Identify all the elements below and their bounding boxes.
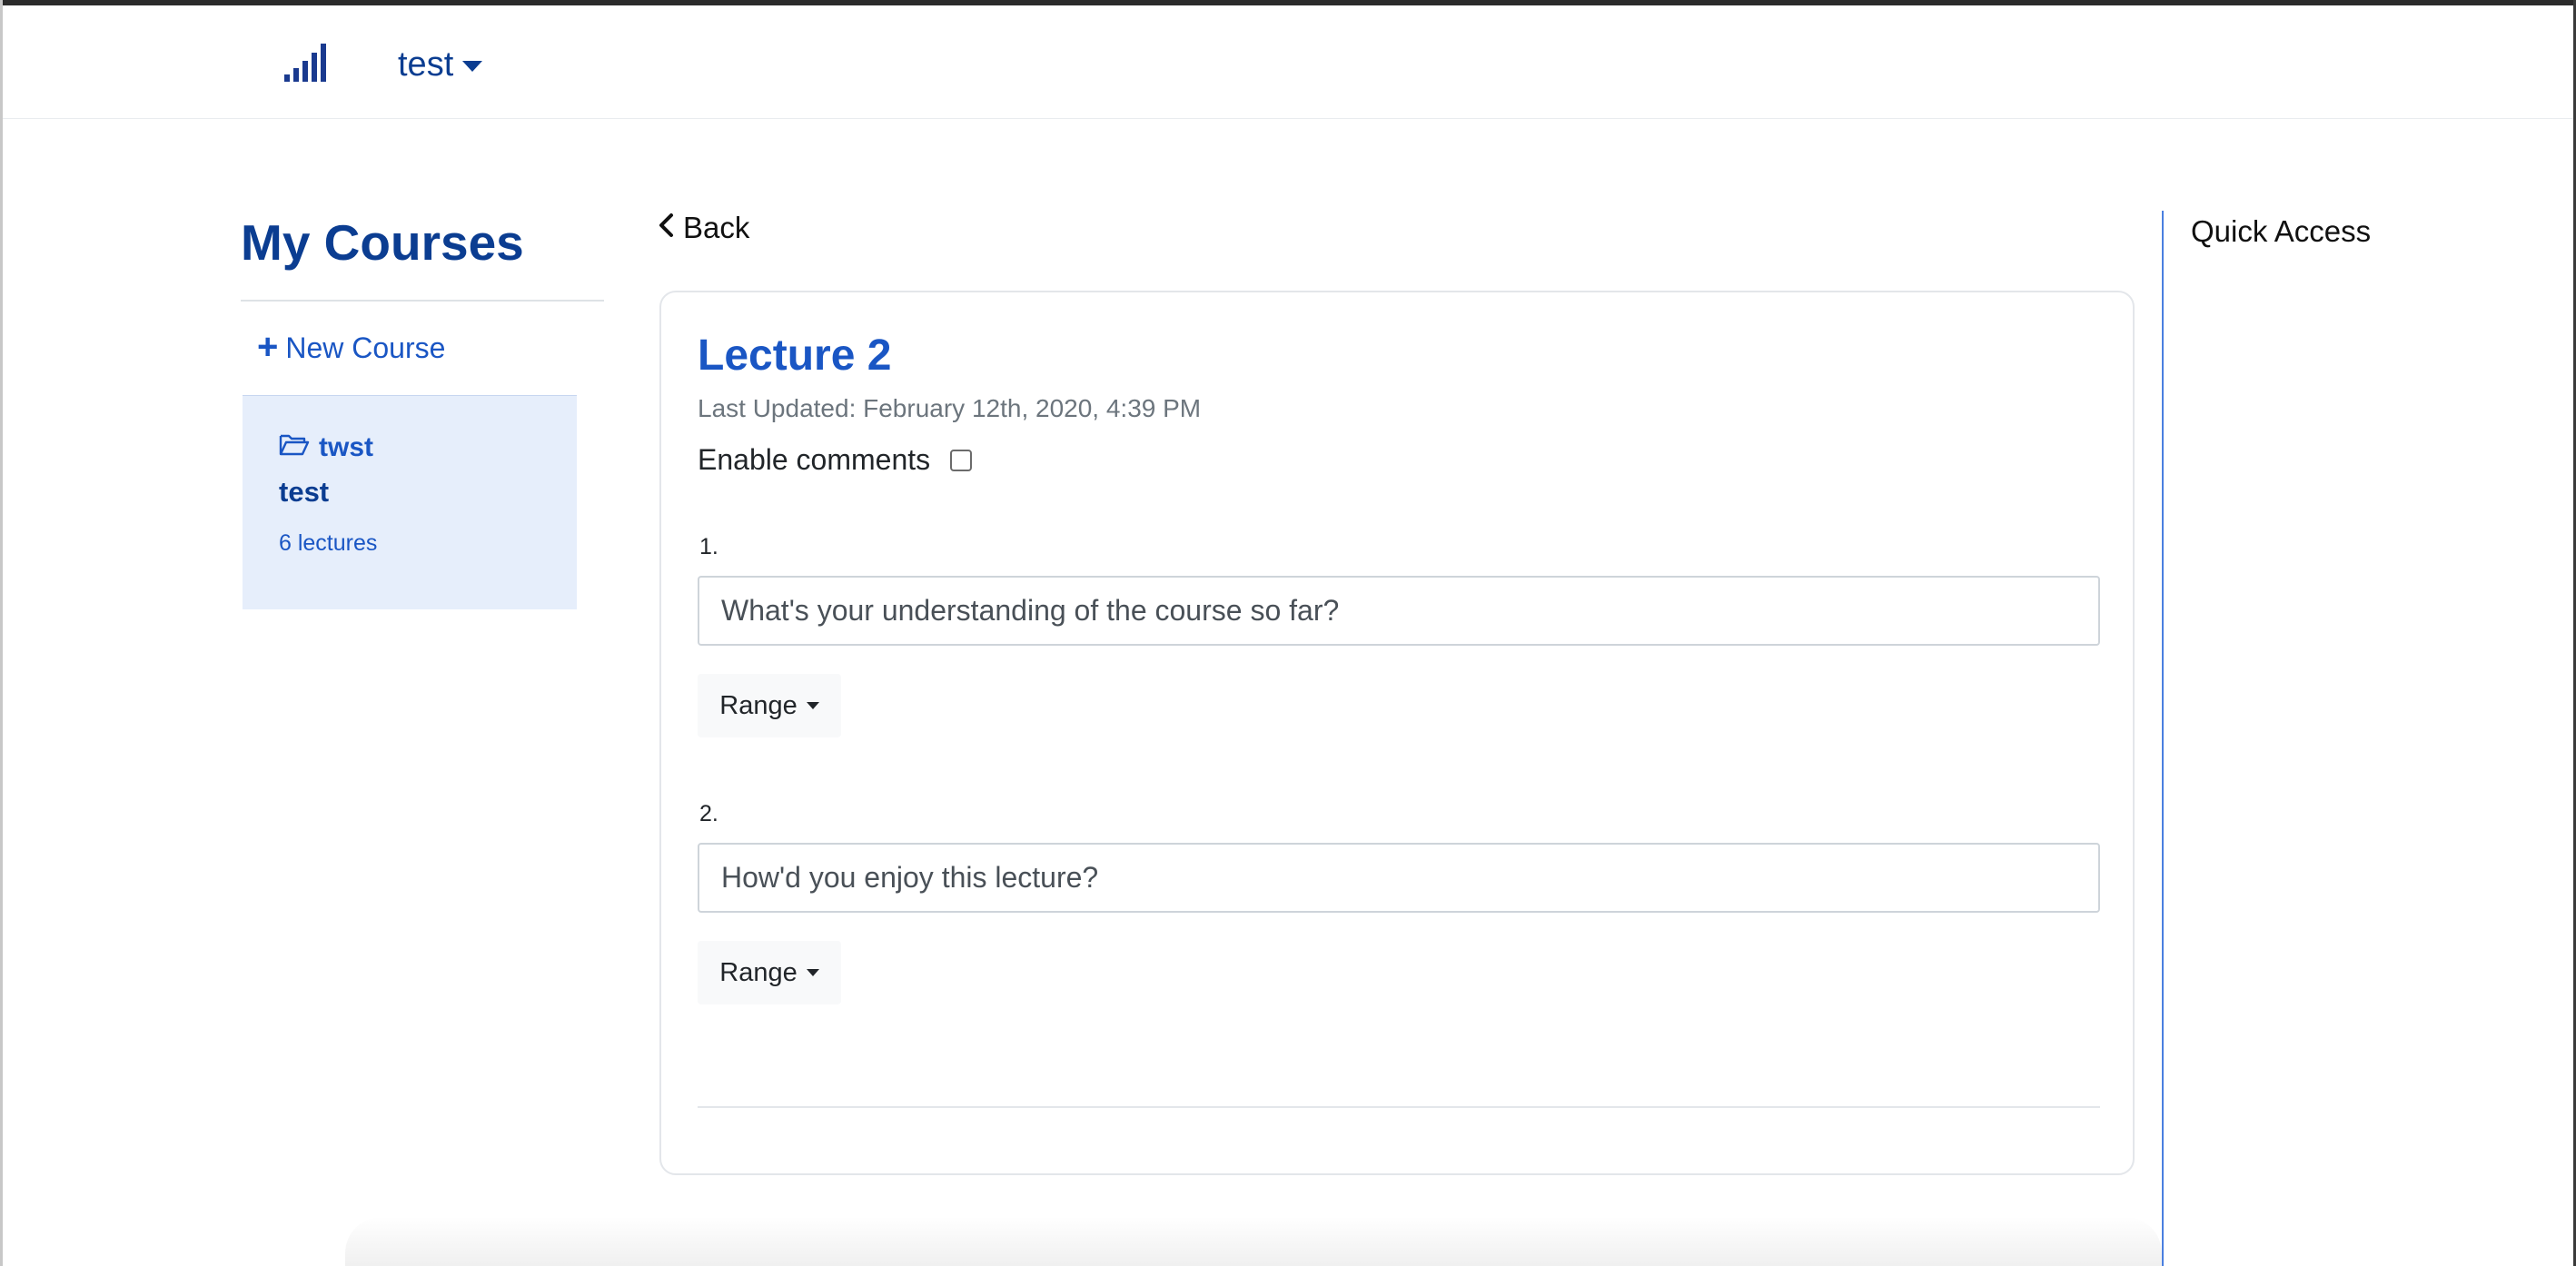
range-dropdown-button[interactable]: Range	[698, 941, 841, 1004]
window-left-border	[0, 0, 3, 1266]
quick-access-title: Quick Access	[2191, 214, 2372, 248]
sidebar-divider	[241, 300, 604, 302]
sidebar: My Courses + New Course twst test 6 lect…	[241, 204, 604, 609]
enable-comments-row: Enable comments	[698, 443, 973, 477]
chevron-left-icon	[658, 211, 674, 245]
plus-icon: +	[257, 326, 279, 367]
folder-open-icon	[279, 432, 310, 463]
range-label: Range	[719, 957, 798, 987]
signal-bars-logo-icon[interactable]	[284, 42, 332, 82]
user-dropdown[interactable]: test	[398, 42, 483, 87]
last-updated: Last Updated: February 12th, 2020, 4:39 …	[698, 394, 1202, 422]
user-dropdown-label: test	[398, 45, 454, 84]
question-input[interactable]	[698, 576, 2100, 646]
course-folder: twst	[279, 432, 373, 463]
enable-comments-checkbox[interactable]	[950, 449, 973, 471]
lecture-title: Lecture 2	[698, 331, 892, 380]
range-label: Range	[719, 690, 798, 720]
caret-down-icon	[462, 61, 483, 72]
card-divider	[698, 1106, 2100, 1108]
lecture-card: Lecture 2 Last Updated: February 12th, 2…	[659, 291, 2135, 1175]
question-number: 1.	[699, 534, 718, 559]
course-name: test	[279, 476, 330, 508]
course-card[interactable]: twst test 6 lectures	[243, 395, 577, 609]
caret-down-icon	[806, 969, 819, 976]
course-folder-label: twst	[319, 432, 373, 462]
bottom-shadow	[345, 1217, 2162, 1266]
caret-down-icon	[806, 702, 819, 709]
sidebar-title: My Courses	[241, 214, 524, 271]
new-course-button[interactable]: + New Course	[257, 326, 446, 367]
question-number: 2.	[699, 801, 718, 826]
lecture-count: 6 lectures	[279, 530, 378, 556]
back-label: Back	[683, 211, 750, 244]
navbar: test	[3, 5, 2573, 119]
range-dropdown-button[interactable]: Range	[698, 674, 841, 737]
back-link[interactable]: Back	[658, 211, 749, 245]
quick-access-divider	[2162, 211, 2164, 1266]
enable-comments-label: Enable comments	[698, 443, 931, 476]
question-input[interactable]	[698, 843, 2100, 913]
new-course-label: New Course	[285, 331, 446, 364]
